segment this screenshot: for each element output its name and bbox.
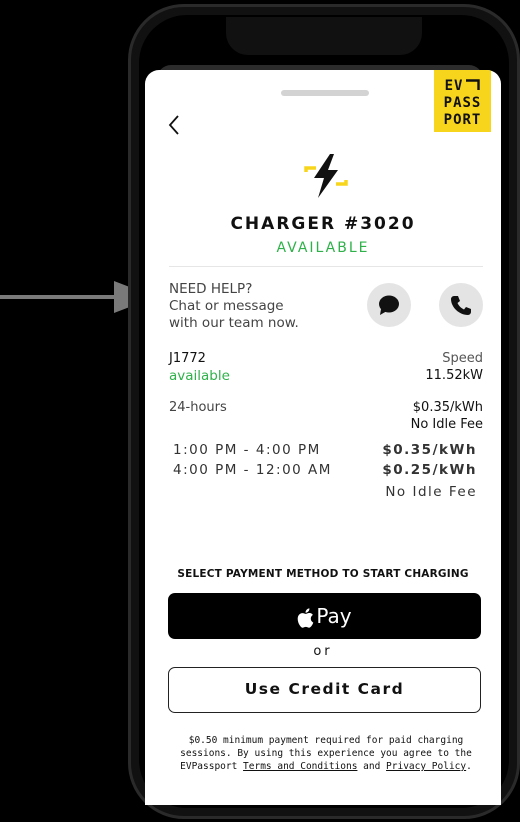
price: $0.35/kWh — [412, 400, 483, 415]
plug-type: J1772 — [169, 351, 206, 366]
tou-time-2: 4:00 PM - 12:00 AM — [173, 462, 332, 478]
chat-button[interactable] — [367, 283, 411, 327]
terms-link[interactable]: Terms and Conditions — [243, 761, 357, 772]
help-line-2: Chat or message — [169, 298, 284, 314]
sheet-drag-handle[interactable] — [281, 90, 369, 96]
logo-line-2: PASS — [443, 95, 482, 111]
divider — [169, 266, 483, 267]
idle-fee: No Idle Fee — [410, 417, 483, 432]
help-line-3: with our team now. — [169, 315, 299, 331]
phone-notch — [226, 17, 422, 55]
logo-line-3: PORT — [443, 112, 482, 128]
privacy-policy-link[interactable]: Privacy Policy — [386, 761, 466, 772]
plug-status: available — [169, 368, 230, 384]
speed-label: Speed — [442, 351, 483, 366]
logo-line-1: EV — [444, 78, 464, 94]
phone-button[interactable] — [439, 283, 483, 327]
apple-icon — [298, 607, 314, 628]
lightning-bolt-icon — [302, 152, 350, 200]
phone-icon — [451, 296, 471, 315]
or-separator: or — [313, 644, 333, 659]
use-credit-card-button[interactable]: Use Credit Card — [168, 667, 481, 713]
chevron-left-icon[interactable] — [167, 114, 187, 138]
speed-value: 11.52kW — [425, 368, 483, 383]
hours: 24-hours — [169, 400, 227, 415]
payment-heading: SELECT PAYMENT METHOD TO START CHARGING — [177, 568, 469, 580]
time-of-use-list[interactable]: 1:00 PM - 4:00 PM $0.35/kWh 4:00 PM - 12… — [145, 444, 501, 534]
help-text: NEED HELP? Chat or message with our team… — [169, 281, 369, 332]
tou-price-2: $0.25/kWh — [382, 462, 477, 478]
charger-sheet: EV PASS PORT CHARGER #3020 AVAILABLE NEE… — [145, 70, 501, 805]
disclaimer-and: and — [357, 761, 387, 772]
evpassport-logo: EV PASS PORT — [434, 70, 491, 132]
tou-idle-fee: No Idle Fee — [385, 484, 477, 500]
charger-title: CHARGER #3020 — [230, 214, 416, 234]
tou-price-1: $0.35/kWh — [382, 444, 477, 458]
charger-status: AVAILABLE — [276, 240, 370, 256]
apple-pay-button[interactable]: Pay — [168, 593, 481, 639]
disclaimer: $0.50 minimum payment required for paid … — [169, 734, 483, 773]
pointer-arrow-line — [0, 295, 120, 299]
tou-time-1: 1:00 PM - 4:00 PM — [173, 444, 321, 458]
chat-bubble-icon — [379, 295, 399, 315]
apple-pay-label: Pay — [316, 604, 352, 628]
disclaimer-end: . — [466, 761, 472, 772]
help-heading: NEED HELP? — [169, 281, 253, 297]
